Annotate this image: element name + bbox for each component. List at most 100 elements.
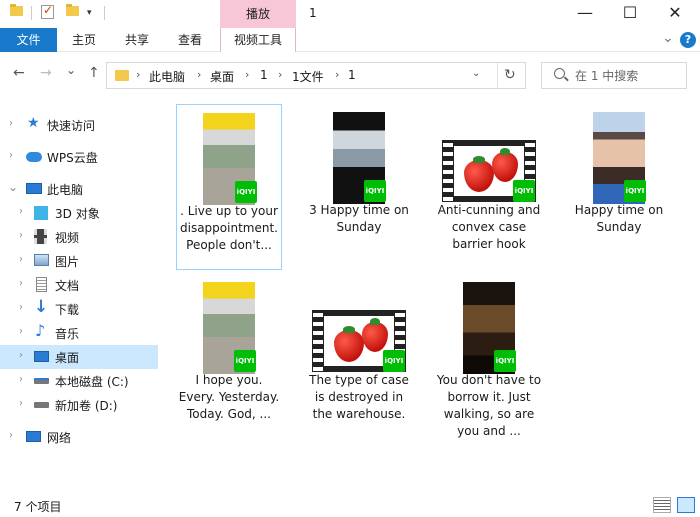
tab-video-tools[interactable]: 视频工具	[220, 28, 296, 52]
ribbon-tabs: 文件 主页 共享 查看 视频工具 ⌄ ?	[0, 28, 700, 52]
context-tab-header: 播放	[220, 0, 296, 28]
sidebar-item-label: 桌面	[55, 351, 80, 365]
breadcrumb-separator: ›	[335, 68, 340, 81]
expand-icon[interactable]: ›	[19, 278, 23, 289]
navigation-pane: › ★ 快速访问 › WPS云盘 ⌄ 此电脑 › 3D 对象 › 视频 › 图片…	[0, 108, 158, 468]
sidebar-item-label: 图片	[55, 255, 80, 269]
sidebar-item-wps-cloud[interactable]: › WPS云盘	[0, 145, 158, 169]
expand-icon[interactable]: ›	[9, 118, 13, 129]
divider	[497, 63, 498, 88]
up-button[interactable]: ↑	[88, 65, 100, 81]
breadcrumb-separator: ›	[245, 68, 250, 81]
expand-icon[interactable]: ›	[19, 374, 23, 385]
search-box[interactable]	[541, 62, 687, 89]
refresh-button[interactable]: ↻	[504, 67, 516, 83]
close-button[interactable]: ✕	[652, 0, 698, 28]
divider	[104, 6, 105, 20]
film-strip	[313, 310, 323, 372]
iqiyi-badge-icon: iQIYI	[235, 181, 257, 203]
search-icon	[554, 68, 565, 79]
details-view-icon[interactable]	[653, 497, 671, 513]
computer-icon	[26, 183, 42, 194]
breadcrumb-1[interactable]: 1	[260, 68, 268, 82]
address-bar[interactable]: › 此电脑 › 桌面 › 1 › 1文件 › 1	[106, 62, 526, 89]
recent-locations-button[interactable]: ⌄	[66, 63, 76, 77]
expand-icon[interactable]: ›	[19, 398, 23, 409]
file-item[interactable]: iQIYI I hope you. Every. Yesterday. Toda…	[176, 274, 282, 440]
iqiyi-badge-icon: iQIYI	[513, 180, 535, 202]
expand-icon[interactable]: ›	[19, 326, 23, 337]
sidebar-item-label: 下载	[55, 303, 80, 317]
video-icon	[34, 229, 47, 244]
file-item[interactable]: iQIYI Happy time on Sunday	[566, 104, 672, 270]
new-folder-icon[interactable]	[66, 4, 79, 16]
address-dropdown-icon[interactable]: ⌄	[472, 68, 480, 79]
tab-file[interactable]: 文件	[0, 28, 57, 52]
expand-icon[interactable]: ›	[19, 206, 23, 217]
sidebar-item-documents[interactable]: › 文档	[0, 273, 158, 297]
collapse-ribbon-icon[interactable]: ⌄	[662, 30, 674, 46]
sidebar-item-3d-objects[interactable]: › 3D 对象	[0, 201, 158, 225]
network-icon	[26, 431, 41, 442]
file-item[interactable]: iQIYI The type of case is destroyed in t…	[306, 274, 412, 440]
music-icon: ♪	[35, 321, 46, 340]
file-name: I hope you. Every. Yesterday. Today. God…	[178, 373, 280, 421]
file-item[interactable]: iQIYI Anti-cunning and convex case barri…	[436, 104, 542, 270]
back-button[interactable]: ←	[13, 65, 25, 81]
breadcrumb-1-folder[interactable]: 1文件	[292, 68, 324, 85]
help-icon[interactable]: ?	[680, 32, 696, 48]
strawberry-icon	[334, 326, 364, 362]
tab-share[interactable]: 共享	[111, 28, 163, 52]
sidebar-item-quick-access[interactable]: › ★ 快速访问	[0, 113, 158, 137]
file-item[interactable]: iQIYI . Live up to your disappointment. …	[176, 104, 282, 270]
sidebar-item-label: 网络	[47, 431, 72, 445]
sidebar-item-label: 文档	[55, 279, 80, 293]
drive-icon	[34, 402, 49, 408]
sidebar-item-local-disk-c[interactable]: › 本地磁盘 (C:)	[0, 369, 158, 393]
sidebar-item-label: 新加卷 (D:)	[55, 399, 118, 413]
iqiyi-badge-icon: iQIYI	[624, 180, 646, 202]
breadcrumb-desktop[interactable]: 桌面	[210, 68, 234, 85]
sidebar-item-videos[interactable]: › 视频	[0, 225, 158, 249]
forward-button[interactable]: →	[40, 65, 52, 81]
expand-icon[interactable]: ›	[19, 254, 23, 265]
expand-icon[interactable]: ›	[9, 150, 13, 161]
tab-view[interactable]: 查看	[164, 28, 216, 52]
film-strip	[443, 140, 453, 202]
sidebar-item-music[interactable]: › ♪ 音乐	[0, 321, 158, 345]
expand-icon[interactable]: ›	[19, 302, 23, 313]
context-tab-header-label: 播放	[245, 7, 270, 21]
quick-access-dropdown-icon[interactable]: ▾	[87, 8, 92, 18]
sidebar-item-downloads[interactable]: › ↓ 下载	[0, 297, 158, 321]
expand-icon[interactable]: ›	[19, 350, 23, 361]
sidebar-item-network[interactable]: › 网络	[0, 425, 158, 449]
file-item[interactable]: iQIYI You don't have to borrow it. Just …	[436, 274, 542, 440]
sidebar-item-pictures[interactable]: › 图片	[0, 249, 158, 273]
star-icon: ★	[27, 115, 40, 131]
collapse-icon[interactable]: ⌄	[8, 180, 18, 194]
sidebar-item-this-pc[interactable]: ⌄ 此电脑	[0, 177, 158, 201]
folder-icon	[10, 4, 23, 16]
iqiyi-badge-icon: iQIYI	[364, 180, 386, 202]
tab-home[interactable]: 主页	[58, 28, 110, 52]
large-icons-view-icon[interactable]	[677, 497, 695, 513]
file-item[interactable]: iQIYI 3 Happy time on Sunday	[306, 104, 412, 270]
breadcrumb-this-pc[interactable]: 此电脑	[149, 68, 185, 85]
search-input[interactable]	[575, 66, 683, 86]
iqiyi-badge-icon: iQIYI	[494, 350, 516, 372]
navigation-bar: ← → ⌄ ↑ › 此电脑 › 桌面 › 1 › 1文件 › 1 ⌄ ↻	[0, 53, 700, 97]
minimize-button[interactable]: —	[562, 0, 608, 28]
sidebar-item-label: 视频	[55, 231, 80, 245]
sidebar-item-new-volume-d[interactable]: › 新加卷 (D:)	[0, 393, 158, 417]
breadcrumb-separator: ›	[197, 68, 202, 81]
maximize-button[interactable]: ☐	[607, 0, 653, 28]
expand-icon[interactable]: ›	[9, 430, 13, 441]
sidebar-item-desktop[interactable]: › 桌面	[0, 345, 158, 369]
strawberry-icon	[464, 156, 494, 192]
folder-icon	[115, 70, 129, 81]
properties-icon[interactable]	[41, 3, 54, 19]
breadcrumb-current[interactable]: 1	[348, 68, 356, 82]
cloud-icon	[26, 152, 42, 162]
file-name: 3 Happy time on Sunday	[309, 203, 409, 234]
expand-icon[interactable]: ›	[19, 230, 23, 241]
